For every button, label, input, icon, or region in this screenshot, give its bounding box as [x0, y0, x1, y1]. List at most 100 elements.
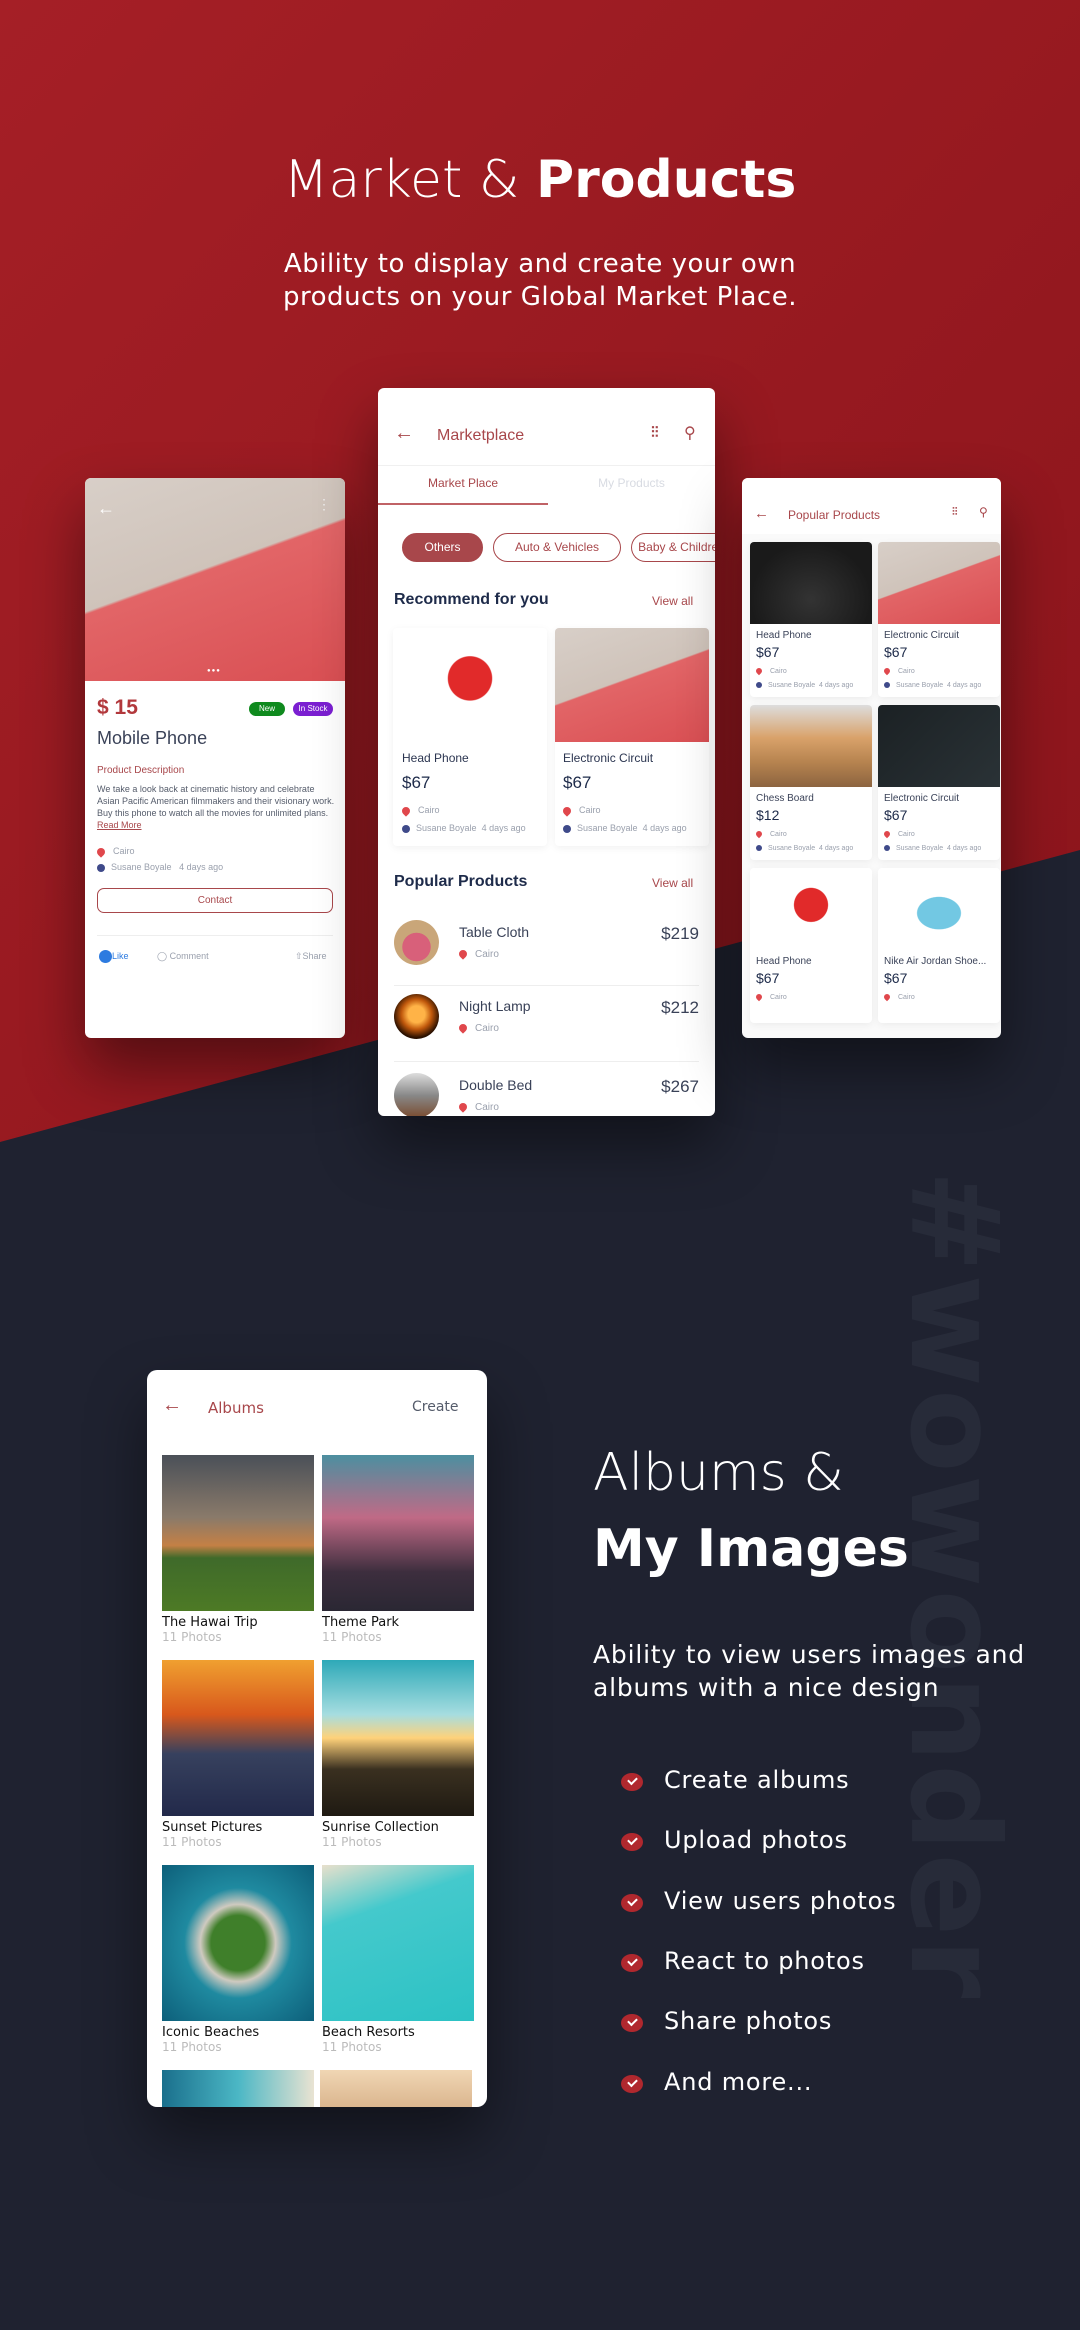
tab-market-place[interactable]: Market Place: [378, 476, 548, 490]
recommend-heading: Recommend for you: [394, 591, 549, 608]
location-pin-icon: [754, 992, 764, 1002]
like-icon: [99, 950, 112, 963]
tab-my-products[interactable]: My Products: [548, 476, 715, 490]
location-pin-icon: [457, 1101, 469, 1114]
albums-screen: ← Albums Create The Hawai Trip 11 Photos…: [147, 1370, 487, 2107]
album-image: [162, 1660, 314, 1816]
product-card[interactable]: Electronic Circuit $67 Cairo Susane Boya…: [555, 628, 709, 846]
share-button[interactable]: ⇧Share: [295, 951, 327, 962]
product-name: Head Phone: [402, 751, 469, 765]
view-all-link[interactable]: View all: [652, 594, 693, 608]
avatar: [756, 845, 762, 852]
read-more-link[interactable]: Read More: [97, 820, 142, 830]
product-price: $67: [402, 773, 431, 792]
albums-description: Ability to view users images and albums w…: [593, 1640, 1025, 1702]
comment-button[interactable]: ◯ Comment: [157, 951, 209, 962]
list-item[interactable]: Night Lamp Cairo $212: [378, 988, 715, 1058]
product-card[interactable]: Electronic Circuit $67 Cairo Susane Boyal…: [878, 705, 1000, 860]
album-image: [162, 1865, 314, 2021]
product-price: $67: [884, 970, 908, 986]
product-price: $67: [756, 644, 780, 660]
album-card[interactable]: Sunset Pictures 11 Photos: [162, 1660, 314, 1849]
product-thumbnail: [394, 920, 439, 965]
screen-title: Marketplace: [437, 427, 525, 444]
location: Cairo: [561, 804, 601, 817]
album-card[interactable]: Theme Park 11 Photos: [322, 1455, 474, 1644]
product-card[interactable]: Electronic Circuit $67 Cairo Susane Boyal…: [878, 542, 1000, 697]
contact-button[interactable]: Contact: [97, 888, 333, 913]
seller: Susane Boyale 4 days ago: [97, 862, 223, 872]
product-name: Head Phone: [756, 956, 812, 967]
albums-heading: Albums & My Images: [593, 1443, 909, 1579]
album-name: Beach Resorts: [322, 2025, 415, 2040]
search-icon[interactable]: ⚲: [979, 505, 988, 519]
product-price: $219: [661, 924, 699, 943]
header: [742, 478, 1001, 534]
seller: Susane Boyale 4 days ago: [884, 682, 981, 689]
filter-icon[interactable]: ⫶⫶: [952, 506, 958, 519]
create-button[interactable]: Create: [412, 1399, 459, 1415]
avatar: [563, 824, 571, 833]
location-pin-icon: [400, 804, 412, 817]
location: Cairo: [754, 829, 787, 839]
product-card[interactable]: Chess Board $12 Cairo Susane Boyale 4 day…: [750, 705, 872, 860]
marketplace-screen: ← Marketplace ⫶⫶ ⚲ Market Place My Produ…: [378, 388, 715, 1116]
album-name: Iconic Beaches: [162, 2025, 260, 2040]
location: Cairo: [754, 992, 787, 1002]
avatar: [756, 682, 762, 689]
location: Cairo: [457, 1022, 499, 1035]
product-image: [750, 868, 872, 950]
product-name: Head Phone: [756, 630, 812, 641]
back-arrow-icon[interactable]: ←: [394, 422, 414, 445]
location: Cairo: [882, 666, 915, 676]
album-name: Theme Park: [322, 1615, 400, 1630]
location-pin-icon: [754, 829, 764, 839]
avatar: [402, 824, 410, 833]
location-pin-icon: [457, 948, 469, 961]
product-card[interactable]: Head Phone $67 Cairo: [750, 868, 872, 1023]
seller: Susane Boyale 4 days ago: [563, 823, 687, 833]
album-card[interactable]: The Hawai Trip 11 Photos: [162, 1455, 314, 1644]
product-image: [878, 868, 1000, 950]
product-thumbnail: [394, 994, 439, 1039]
check-icon: [621, 1773, 643, 1791]
divider: [394, 985, 699, 986]
product-card[interactable]: Nike Air Jordan Shoe... $67 Cairo: [878, 868, 1000, 1023]
chip-baby-children[interactable]: Baby & Children: [631, 533, 715, 562]
album-card[interactable]: Sunrise Collection 11 Photos: [322, 1660, 474, 1849]
back-arrow-icon[interactable]: ←: [97, 498, 115, 519]
product-price: $212: [661, 998, 699, 1017]
album-image: [320, 2070, 472, 2107]
list-item[interactable]: Double Bed Cairo $267: [378, 1068, 715, 1116]
album-image: [322, 1660, 474, 1816]
filter-icon[interactable]: ⫶⫶: [651, 424, 659, 441]
location-pin-icon: [561, 804, 573, 817]
chip-others[interactable]: Others: [402, 533, 483, 562]
product-image: [750, 705, 872, 787]
product-image: [750, 542, 872, 624]
product-card[interactable]: Head Phone $67 Cairo Susane Boyale 4 days…: [750, 542, 872, 697]
location-pin-icon: [882, 666, 892, 676]
in-stock-badge: In Stock: [293, 702, 333, 716]
location-pin-icon: [457, 1022, 469, 1035]
comment-icon: ◯: [157, 951, 170, 961]
chip-auto-vehicles[interactable]: Auto & Vehicles: [493, 533, 621, 562]
view-all-link[interactable]: View all: [652, 876, 693, 890]
back-arrow-icon[interactable]: ←: [754, 505, 769, 522]
search-icon[interactable]: ⚲: [684, 423, 696, 443]
album-card[interactable]: Beach Resorts 11 Photos: [322, 1865, 474, 2054]
back-arrow-icon[interactable]: ←: [162, 1394, 182, 1417]
product-card[interactable]: Head Phone $67 Cairo Susane Boyale 4 day…: [393, 628, 547, 846]
album-name: Sunset Pictures: [162, 1820, 263, 1835]
album-card[interactable]: Iconic Beaches 11 Photos: [162, 1865, 314, 2054]
description-label: Product Description: [97, 765, 185, 776]
list-item[interactable]: Table Cloth Cairo $219: [378, 908, 715, 978]
product-image: [878, 705, 1000, 787]
avatar: [97, 863, 105, 872]
album-image: [162, 1455, 314, 1611]
more-icon[interactable]: ⋮: [317, 496, 331, 513]
share-icon: ⇧: [295, 951, 303, 961]
like-button[interactable]: Like: [99, 950, 129, 963]
location: Cairo: [754, 666, 787, 676]
carousel-dots: ●●●: [207, 668, 221, 674]
